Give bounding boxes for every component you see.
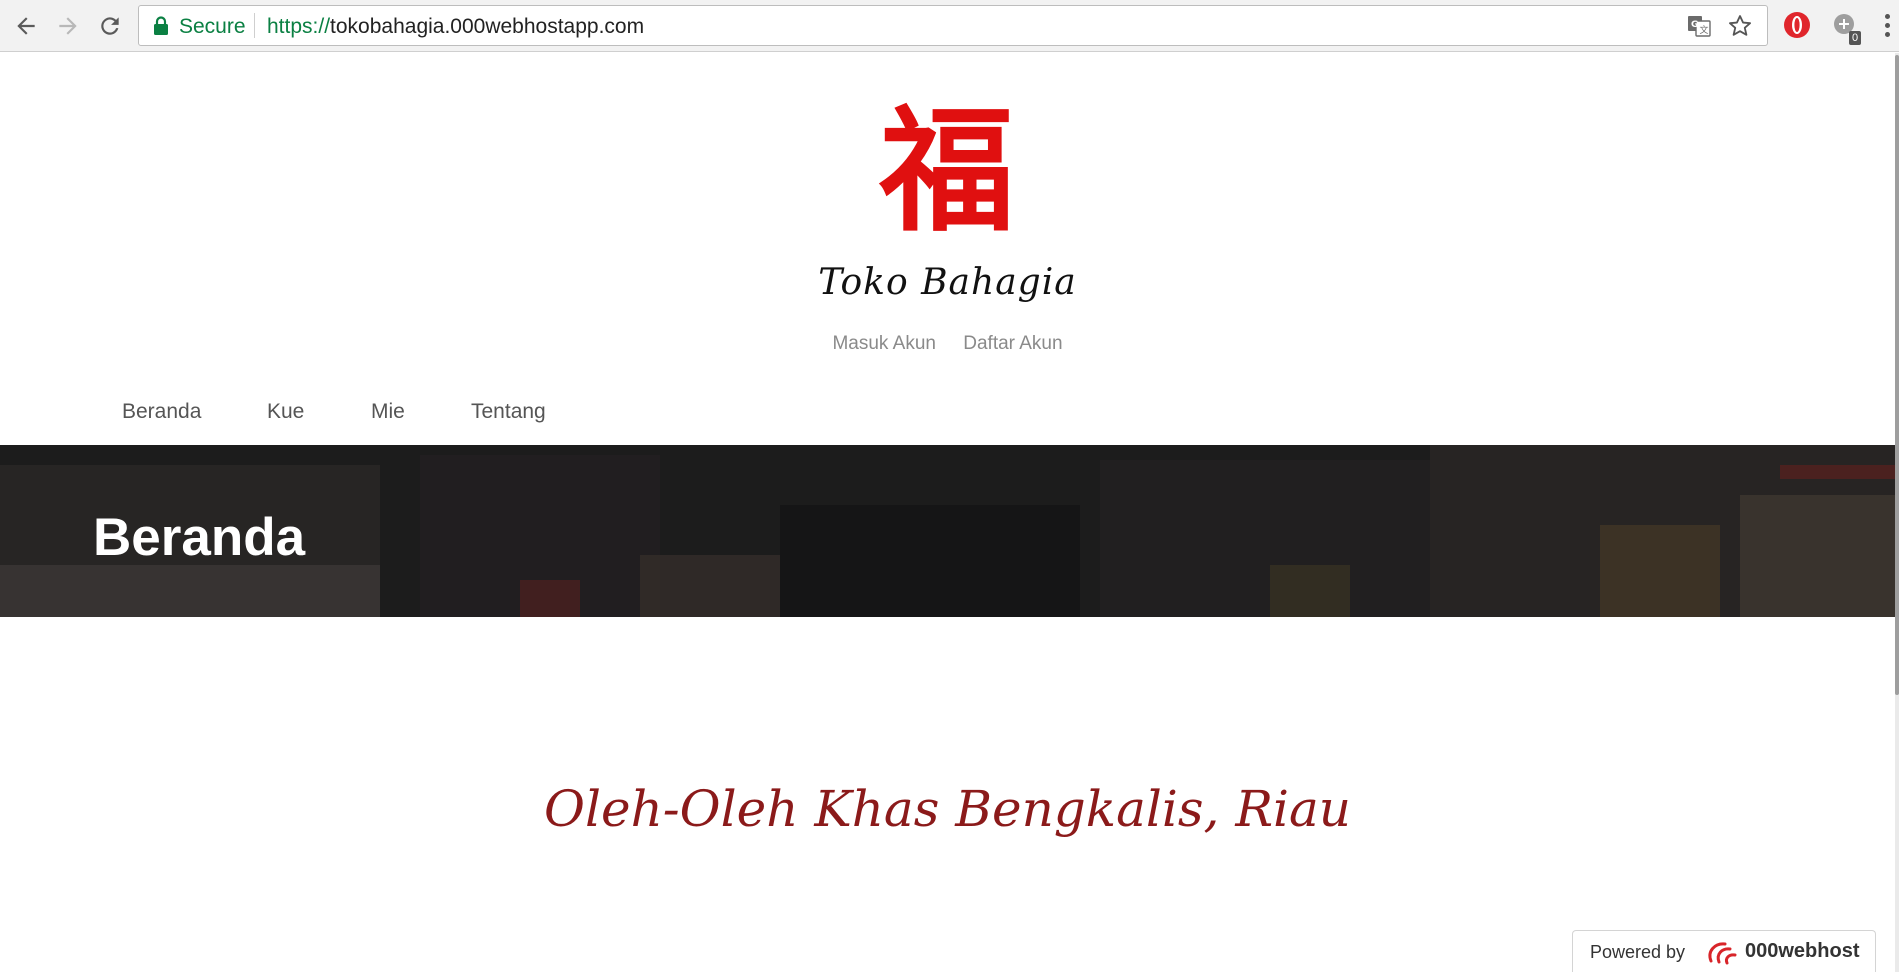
- back-button[interactable]: [8, 8, 44, 44]
- login-link[interactable]: Masuk Akun: [832, 333, 936, 354]
- banner-title: Beranda: [93, 508, 306, 567]
- powered-by-badge[interactable]: Powered by 000webhost: [1572, 930, 1876, 972]
- nav-item-tentang[interactable]: Tentang: [471, 400, 546, 424]
- url-scheme: https://: [267, 15, 331, 38]
- scrollbar-thumb[interactable]: [1895, 55, 1899, 695]
- nav-item-kue[interactable]: Kue: [267, 400, 304, 424]
- url-text[interactable]: https://tokobahagia.000webhostapp.com: [267, 15, 644, 39]
- nav-item-beranda[interactable]: Beranda: [122, 400, 201, 424]
- menu-icon[interactable]: [1883, 14, 1893, 40]
- webhost-logo-icon: [1708, 942, 1737, 965]
- site-name: Toko Bahagia: [818, 262, 1077, 303]
- nav-item-mie[interactable]: Mie: [371, 400, 405, 424]
- svg-text:文: 文: [1700, 24, 1709, 36]
- back-icon: [17, 17, 35, 35]
- address-bar[interactable]: Secure https://tokobahagia.000webhostapp…: [138, 5, 1768, 46]
- translate-icon[interactable]: G 文: [1687, 14, 1711, 38]
- logo-glyph: 福: [879, 100, 1015, 235]
- powered-by-brand: 000webhost: [1745, 940, 1860, 962]
- reload-icon: [101, 17, 119, 35]
- site-logo[interactable]: 福: [872, 100, 1022, 235]
- reload-button[interactable]: [92, 8, 128, 44]
- page-banner: Beranda: [0, 445, 1895, 617]
- extension-badge: 0: [1849, 31, 1862, 45]
- forward-button[interactable]: [50, 8, 86, 44]
- opera-icon[interactable]: [1782, 10, 1812, 40]
- powered-by-label: Powered by: [1590, 942, 1686, 962]
- register-link[interactable]: Daftar Akun: [963, 333, 1062, 354]
- url-host: tokobahagia.000webhostapp.com: [330, 15, 645, 38]
- forward-icon: [59, 17, 77, 35]
- secure-label: Secure: [179, 15, 246, 38]
- account-links: Masuk Akun Daftar Akun: [0, 333, 1895, 355]
- omnibox-divider: [254, 13, 255, 38]
- star-icon[interactable]: [1727, 13, 1753, 39]
- lock-icon: [154, 16, 168, 35]
- svg-text:G: G: [1691, 20, 1698, 30]
- browser-toolbar: Secure https://tokobahagia.000webhostapp…: [0, 0, 1899, 52]
- tagline: Oleh-Oleh Khas Bengkalis, Riau: [544, 780, 1351, 838]
